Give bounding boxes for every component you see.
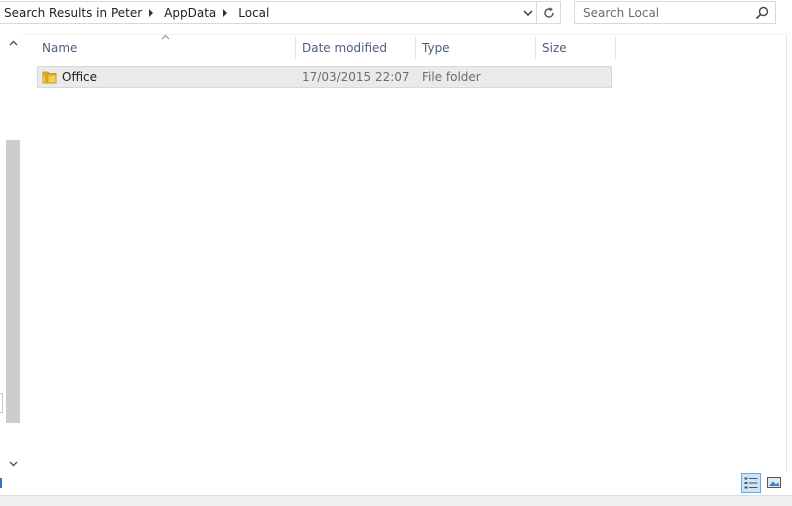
refresh-icon <box>543 6 554 18</box>
navigation-pane-scrollbar[interactable] <box>5 35 21 472</box>
address-dropdown-button[interactable] <box>522 6 534 20</box>
column-header-date-modified[interactable]: Date modified <box>296 36 416 60</box>
column-header-type[interactable]: Type <box>416 36 536 60</box>
file-date-modified: 17/03/2015 22:07 <box>302 70 410 84</box>
status-bar <box>0 495 792 506</box>
address-bar[interactable]: Search Results in Peter AppData Local <box>0 1 537 24</box>
column-header-label: Name <box>42 41 78 55</box>
details-view-button[interactable] <box>741 473 761 493</box>
content-divider <box>786 35 787 472</box>
breadcrumb-appdata[interactable]: AppData <box>160 2 234 23</box>
chevron-up-icon <box>9 40 17 46</box>
navigation-pane-marker <box>0 478 2 488</box>
column-header-label: Size <box>542 41 567 55</box>
large-icons-view-icon <box>767 477 781 488</box>
breadcrumb-label: Local <box>238 5 270 20</box>
column-header-label: Date modified <box>302 41 388 55</box>
sort-ascending-icon <box>161 34 170 40</box>
chevron-down-icon <box>9 461 17 467</box>
refresh-button[interactable] <box>537 1 561 24</box>
column-header-label: Type <box>422 41 450 55</box>
table-row[interactable]: Office 17/03/2015 22:07 File folder <box>37 66 612 88</box>
search-icon[interactable] <box>755 6 769 20</box>
breadcrumb-local[interactable]: Local <box>234 2 273 23</box>
breadcrumb-search-results[interactable]: Search Results in Peter <box>0 2 160 23</box>
breadcrumb-label: AppData <box>164 5 217 20</box>
scrollbar-thumb[interactable] <box>6 140 20 423</box>
file-type: File folder <box>422 70 481 84</box>
folder-icon <box>42 71 57 84</box>
breadcrumb-chevron-icon[interactable] <box>223 8 228 17</box>
breadcrumb-chevron-icon[interactable] <box>149 8 154 17</box>
column-header-size[interactable]: Size <box>536 36 616 60</box>
details-view-icon <box>744 477 758 489</box>
header-divider <box>22 34 787 35</box>
large-icons-view-button[interactable] <box>764 473 784 493</box>
file-name: Office <box>62 70 98 84</box>
search-input[interactable] <box>581 2 755 23</box>
breadcrumb-label: Search Results in Peter <box>4 5 143 20</box>
scroll-down-button[interactable] <box>5 456 21 472</box>
search-box[interactable] <box>574 1 776 24</box>
scroll-up-button[interactable] <box>5 35 21 51</box>
chevron-down-icon <box>523 10 533 16</box>
navigation-pane-edge <box>0 393 3 413</box>
